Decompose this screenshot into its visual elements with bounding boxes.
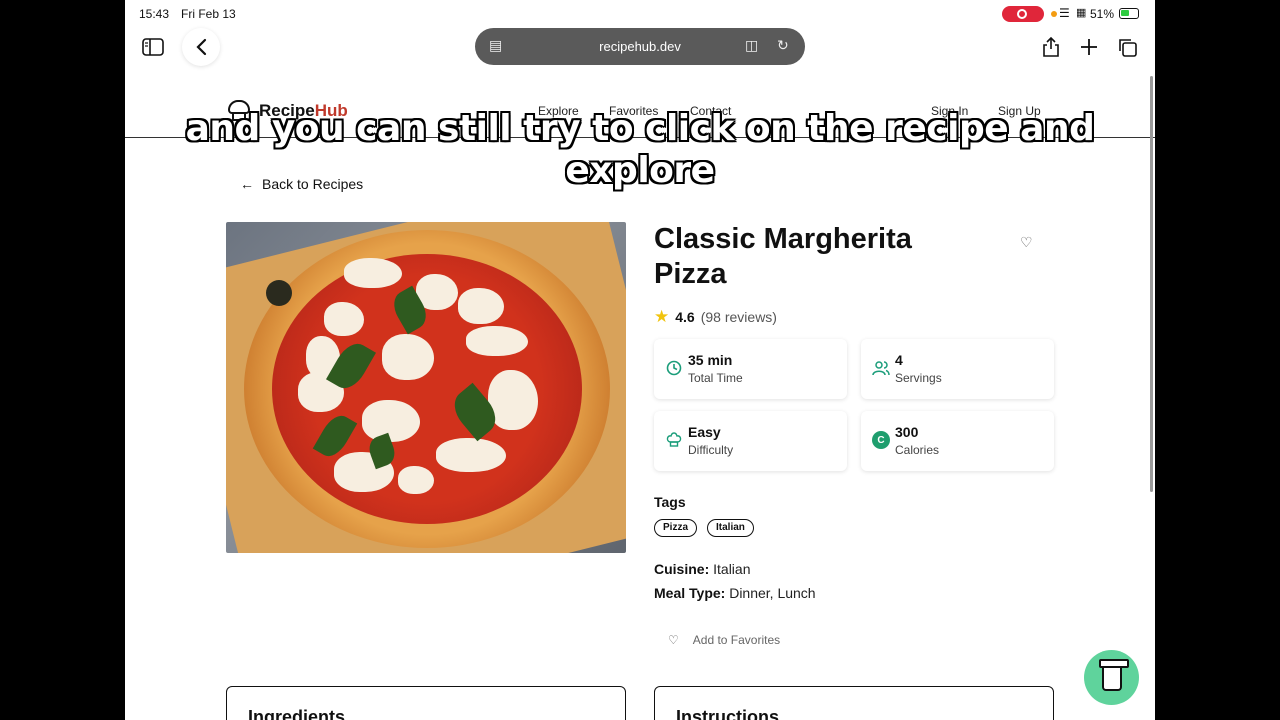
users-icon bbox=[872, 359, 890, 377]
sidebar-toggle-icon[interactable] bbox=[139, 34, 167, 60]
cuisine-label: Cuisine: bbox=[654, 561, 710, 577]
buy-me-a-coffee-button[interactable] bbox=[1084, 650, 1139, 705]
browser-back-button[interactable] bbox=[182, 28, 220, 66]
meal-type-label: Meal Type: bbox=[654, 585, 726, 601]
stat-label: Calories bbox=[895, 443, 940, 457]
stat-value: 35 min bbox=[688, 352, 733, 368]
stat-card-servings: 4 Servings bbox=[861, 339, 1054, 399]
stat-value: 300 bbox=[895, 424, 919, 440]
stat-value: Easy bbox=[688, 424, 721, 440]
clock-icon bbox=[665, 359, 683, 377]
star-icon: ★ bbox=[654, 307, 670, 326]
cuisine-value: Italian bbox=[713, 561, 751, 577]
rating-value: 4.6 bbox=[675, 309, 695, 325]
stat-label: Total Time bbox=[688, 371, 743, 385]
share-icon[interactable] bbox=[1037, 34, 1065, 60]
coffee-cup-icon bbox=[1098, 658, 1129, 691]
new-tab-icon[interactable] bbox=[1075, 34, 1103, 60]
status-time: 15:43 bbox=[139, 7, 170, 21]
battery-icon bbox=[1119, 8, 1139, 19]
stat-label: Difficulty bbox=[688, 443, 734, 457]
status-bar: 15:43 Fri Feb 13 ☰ ▦ 51% bbox=[125, 0, 1155, 28]
status-date: Fri Feb 13 bbox=[181, 7, 236, 21]
add-to-favorites-label: Add to Favorites bbox=[692, 633, 781, 647]
instructions-panel: Instructions bbox=[654, 686, 1054, 720]
tag-pizza[interactable]: Pizza bbox=[654, 519, 698, 537]
chevron-left-icon bbox=[196, 38, 207, 56]
mic-indicator-icon bbox=[1051, 11, 1057, 17]
wifi-icon: ☰ bbox=[1059, 6, 1070, 20]
stat-card-time: 35 min Total Time bbox=[654, 339, 847, 399]
reload-icon[interactable]: ↻ bbox=[777, 37, 789, 54]
heart-icon[interactable]: ♡ bbox=[1020, 234, 1033, 251]
screen-recording-icon[interactable] bbox=[1002, 6, 1044, 22]
chef-hat-icon bbox=[665, 431, 683, 449]
video-caption: and you can still try to click on the re… bbox=[185, 108, 1095, 191]
add-to-favorites-button[interactable]: ♡ Add to Favorites bbox=[668, 633, 780, 647]
recipe-image bbox=[226, 222, 626, 553]
heart-icon: ♡ bbox=[668, 633, 679, 647]
stat-card-difficulty: Easy Difficulty bbox=[654, 411, 847, 471]
reader-icon[interactable]: ◫ bbox=[745, 37, 758, 54]
meal-type-row: Meal Type: Dinner, Lunch bbox=[654, 585, 816, 601]
battery-percent: 51% bbox=[1090, 7, 1115, 21]
tag-italian[interactable]: Italian bbox=[707, 519, 754, 537]
stat-value: 4 bbox=[895, 352, 903, 368]
orientation-lock-icon: ▦ bbox=[1076, 7, 1087, 19]
calories-icon: C bbox=[872, 431, 890, 449]
address-bar[interactable]: ▤ recipehub.dev ◫ ↻ bbox=[475, 28, 805, 65]
stat-label: Servings bbox=[895, 371, 942, 385]
recipe-rating: ★ 4.6 (98 reviews) bbox=[654, 307, 777, 327]
ingredients-panel: Ingredients bbox=[226, 686, 626, 720]
ipad-screen: 15:43 Fri Feb 13 ☰ ▦ 51% ▤ recipehub.dev… bbox=[125, 0, 1155, 720]
review-count[interactable]: (98 reviews) bbox=[701, 309, 777, 325]
tags-heading: Tags bbox=[654, 494, 686, 510]
ingredients-heading: Ingredients bbox=[248, 707, 346, 720]
tabs-overview-icon[interactable] bbox=[1113, 34, 1141, 60]
recipe-title: Classic Margherita Pizza bbox=[654, 223, 912, 290]
instructions-heading: Instructions bbox=[676, 707, 780, 720]
meal-type-value: Dinner, Lunch bbox=[729, 585, 816, 601]
cuisine-row: Cuisine: Italian bbox=[654, 561, 750, 577]
stat-card-calories: C 300 Calories bbox=[861, 411, 1054, 471]
